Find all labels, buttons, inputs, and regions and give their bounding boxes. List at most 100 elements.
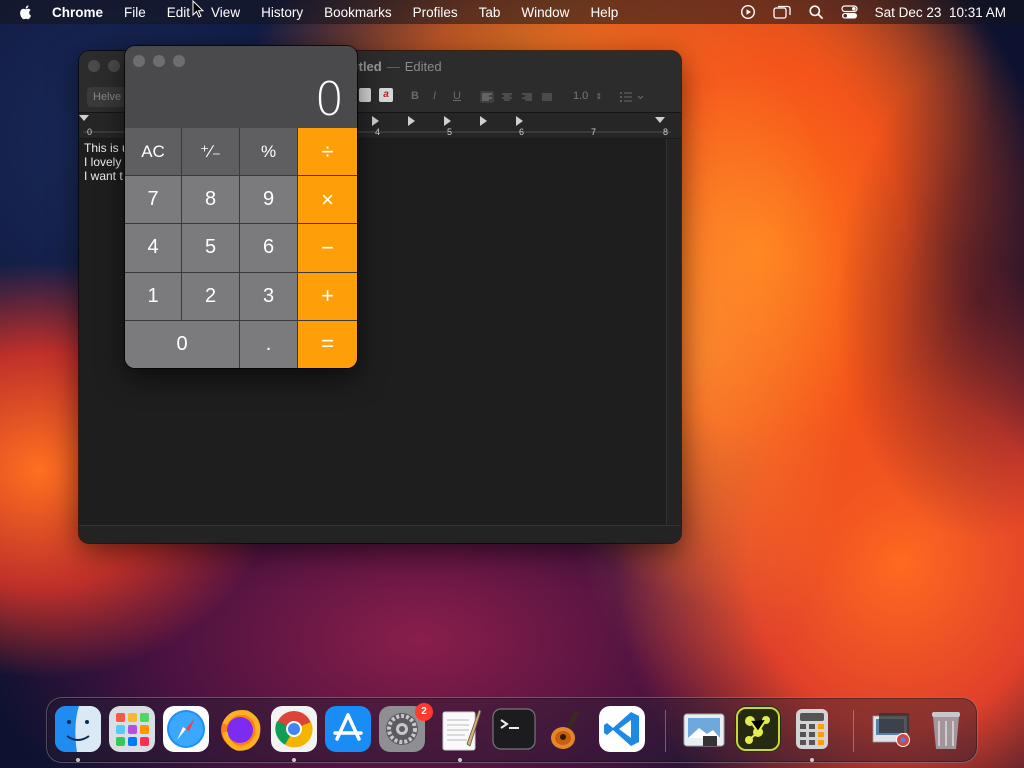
calculator-keypad: AC ⁺∕₋% ÷ 7 8 9 × 4 5 6− 1 2 3 +0. = [125,128,357,368]
menu-view[interactable]: View [211,5,240,20]
control-center-icon[interactable] [841,4,858,20]
finder-icon[interactable] [55,706,101,752]
clear-button[interactable]: AC [125,128,181,176]
font-family-select[interactable]: Helve [87,87,127,107]
align-right-icon[interactable] [521,91,533,103]
digit-7-button[interactable]: 7 [125,176,181,224]
digit-3-button[interactable]: 3 [240,272,297,320]
ruler-number: 0 [87,127,93,137]
bold-button[interactable]: B [411,90,419,102]
menu-profiles[interactable]: Profiles [413,5,458,20]
add-button[interactable]: + [298,272,357,320]
tab-stop-marker[interactable] [480,116,487,126]
minimize-button[interactable] [108,60,120,72]
underline-button[interactable]: U [453,90,461,102]
ruler-number: 6 [519,127,525,137]
screen-recording-icon[interactable] [740,4,756,20]
horizontal-scrollbar[interactable] [79,525,681,543]
line-spacing-select[interactable]: 1.0 ⇕ [567,88,605,106]
preview-icon[interactable] [681,706,727,752]
digit-9-button[interactable]: 9 [240,176,297,224]
menu-bar: Chrome File Edit View History Bookmarks … [0,0,1024,24]
italic-button[interactable]: I [433,90,436,102]
minimize-button[interactable] [153,55,165,67]
digit-6-button[interactable]: 6 [240,224,297,272]
justify-icon[interactable] [541,91,553,103]
calculator-window[interactable]: 0 AC ⁺∕₋% ÷ 7 8 9 × 4 5 6− 1 2 3 +0. = [125,46,357,368]
ruler-number: 4 [375,127,381,137]
digit-4-button[interactable]: 4 [125,224,181,272]
digit-8-button[interactable]: 8 [182,176,239,224]
molecule-app-icon[interactable] [735,706,781,752]
list-bullets-icon[interactable] [619,91,645,103]
sign-toggle-button[interactable]: ⁺∕₋ [182,128,239,176]
close-button[interactable] [133,55,145,67]
vscode-icon[interactable] [599,706,645,752]
menu-help[interactable]: Help [590,5,618,20]
textedit-icon[interactable] [437,706,483,752]
menu-file[interactable]: File [124,5,146,20]
multiply-button[interactable]: × [298,176,357,224]
terminal-icon[interactable] [491,706,537,752]
running-indicator [458,758,462,762]
title-separator: — [386,59,400,74]
safari-icon[interactable] [163,706,209,752]
digit-0-button[interactable]: 0 [125,320,239,368]
menu-history[interactable]: History [261,5,303,20]
calculator-result: 0 [314,72,344,126]
mouse-cursor-icon [192,0,204,18]
ruler-number: 7 [591,127,597,137]
menu-clock[interactable]: Sat Dec 23 10:31 AM [875,5,1006,20]
downloads-stack-icon[interactable] [869,706,915,752]
ruler-number: 5 [447,127,453,137]
equals-button[interactable]: = [298,320,357,368]
calculator-icon[interactable] [789,706,835,752]
divide-button[interactable]: ÷ [298,128,357,176]
chrome-icon[interactable] [271,706,317,752]
subtract-button[interactable]: − [298,224,357,272]
first-line-indent-marker[interactable] [79,115,89,121]
text-line: This is u [84,141,129,155]
text-color-well[interactable] [359,88,371,102]
close-button[interactable] [88,60,100,72]
tab-stop-marker[interactable] [516,116,523,126]
dock: 2 [46,697,978,763]
ruler-number: 8 [663,127,669,137]
document-text[interactable]: This is u I lovely I want t [84,141,129,183]
menu-bookmarks[interactable]: Bookmarks [324,5,392,20]
digit-5-button[interactable]: 5 [182,224,239,272]
digit-1-button[interactable]: 1 [125,272,181,320]
align-left-icon[interactable] [480,91,494,103]
running-indicator [810,758,814,762]
trash-icon[interactable] [923,706,969,752]
text-line: I lovely [84,155,122,169]
menu-tab[interactable]: Tab [479,5,501,20]
menu-window[interactable]: Window [521,5,569,20]
notification-badge: 2 [415,703,433,721]
running-indicator [292,758,296,762]
tab-stop-marker[interactable] [444,116,451,126]
menu-app-name[interactable]: Chrome [52,5,103,20]
vertical-scrollbar[interactable] [666,139,681,525]
textedit-title: itled — Edited [355,59,442,74]
percent-button[interactable]: % [240,128,297,176]
menu-edit[interactable]: Edit [167,5,190,20]
tab-stop-marker[interactable] [372,116,379,126]
launchpad-icon[interactable] [109,706,155,752]
right-indent-marker[interactable] [655,117,665,123]
firefox-icon[interactable] [217,706,263,752]
garageband-icon[interactable] [545,706,591,752]
highlight-color-well[interactable]: a [379,88,393,102]
dock-divider [665,710,666,752]
align-center-icon[interactable] [501,91,513,103]
document-title: itled [355,59,382,74]
tab-stop-marker[interactable] [408,116,415,126]
screen-mirroring-icon[interactable] [773,4,791,20]
app-store-icon[interactable] [325,706,371,752]
spotlight-search-icon[interactable] [808,4,824,20]
digit-2-button[interactable]: 2 [182,272,239,320]
zoom-button[interactable] [173,55,185,67]
decimal-button[interactable]: . [240,320,297,368]
apple-menu-icon[interactable] [18,4,34,20]
calculator-display: 0 [125,46,357,128]
